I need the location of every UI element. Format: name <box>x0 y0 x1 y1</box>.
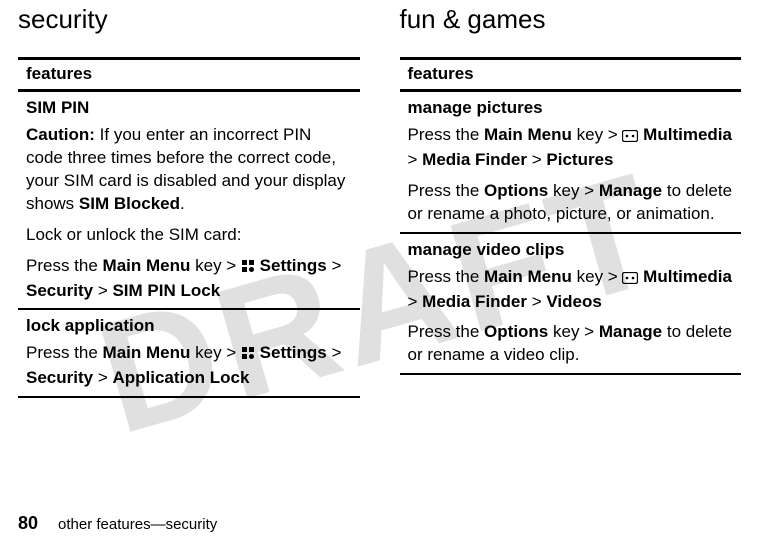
fun-games-heading: fun & games <box>400 4 742 35</box>
security-label: Security <box>26 368 93 387</box>
text: key > <box>548 322 599 341</box>
settings-icon <box>241 257 255 280</box>
text: > <box>527 292 546 311</box>
main-menu-label: Main Menu <box>103 343 191 362</box>
text: key > <box>572 267 623 286</box>
videos-path: Press the Main Menu key > Multimedia > M… <box>408 266 734 314</box>
manage-label: Manage <box>599 181 662 200</box>
table-row: manage video clips Press the Main Menu k… <box>400 233 742 375</box>
lock-app-path: Press the Main Menu key > Settings > Sec… <box>26 342 352 390</box>
text: Press the <box>408 181 485 200</box>
text: Press the <box>408 322 485 341</box>
feature-title-manage-videos: manage video clips <box>408 239 734 262</box>
main-menu-label: Main Menu <box>484 267 572 286</box>
page-content: security features SIM PIN Caution: If yo… <box>0 0 759 398</box>
table-row: SIM PIN Caution: If you enter an incorre… <box>18 90 360 309</box>
videos-manage: Press the Options key > Manage to delete… <box>408 321 734 367</box>
table-row: lock application Press the Main Menu key… <box>18 309 360 397</box>
main-menu-label: Main Menu <box>484 125 572 144</box>
text: Press the <box>26 256 103 275</box>
options-label: Options <box>484 181 548 200</box>
feature-title-sim-pin: SIM PIN <box>26 97 352 120</box>
settings-label: Settings <box>255 343 327 362</box>
features-header: features <box>400 59 742 90</box>
security-heading: security <box>18 4 360 35</box>
page-number: 80 <box>18 513 38 533</box>
text: Press the <box>26 343 103 362</box>
settings-label: Settings <box>255 256 327 275</box>
feature-title-manage-pictures: manage pictures <box>408 97 734 120</box>
pictures-path: Press the Main Menu key > Multimedia > M… <box>408 124 734 172</box>
footer-breadcrumb: other features—security <box>58 516 217 533</box>
security-label: Security <box>26 281 93 300</box>
page-footer: 80 other features—security <box>18 513 217 534</box>
lock-unlock-text: Lock or unlock the SIM card: <box>26 224 352 247</box>
text: key > <box>190 256 241 275</box>
feature-title-lock-app: lock application <box>26 315 352 338</box>
multimedia-label: Multimedia <box>638 267 732 286</box>
text: key > <box>190 343 241 362</box>
caution-label: Caution: <box>26 125 95 144</box>
sim-blocked-label: SIM Blocked <box>79 194 180 213</box>
multimedia-icon <box>622 268 638 291</box>
media-finder-label: Media Finder <box>422 292 527 311</box>
caution-paragraph: Caution: If you enter an incorrect PIN c… <box>26 124 352 216</box>
text: > <box>93 368 112 387</box>
security-features-table: features SIM PIN Caution: If you enter a… <box>18 58 360 398</box>
text: > <box>327 343 342 362</box>
sim-pin-lock-label: SIM PIN Lock <box>112 281 220 300</box>
left-column: security features SIM PIN Caution: If yo… <box>18 4 360 398</box>
text: > <box>408 150 423 169</box>
multimedia-icon <box>622 126 638 149</box>
text: > <box>408 292 423 311</box>
videos-label: Videos <box>546 292 601 311</box>
application-lock-label: Application Lock <box>112 368 249 387</box>
sim-pin-path: Press the Main Menu key > Settings > Sec… <box>26 255 352 303</box>
text: Press the <box>408 267 485 286</box>
manage-label: Manage <box>599 322 662 341</box>
main-menu-label: Main Menu <box>103 256 191 275</box>
options-label: Options <box>484 322 548 341</box>
table-row: manage pictures Press the Main Menu key … <box>400 90 742 232</box>
period: . <box>180 194 185 213</box>
features-header: features <box>18 59 360 90</box>
settings-icon <box>241 344 255 367</box>
media-finder-label: Media Finder <box>422 150 527 169</box>
multimedia-label: Multimedia <box>638 125 732 144</box>
text: > <box>527 150 546 169</box>
text: > <box>327 256 342 275</box>
fun-games-features-table: features manage pictures Press the Main … <box>400 58 742 375</box>
right-column: fun & games features manage pictures Pre… <box>400 4 742 398</box>
pictures-manage: Press the Options key > Manage to delete… <box>408 180 734 226</box>
text: > <box>93 281 112 300</box>
text: key > <box>572 125 623 144</box>
text: key > <box>548 181 599 200</box>
text: Press the <box>408 125 485 144</box>
pictures-label: Pictures <box>546 150 613 169</box>
